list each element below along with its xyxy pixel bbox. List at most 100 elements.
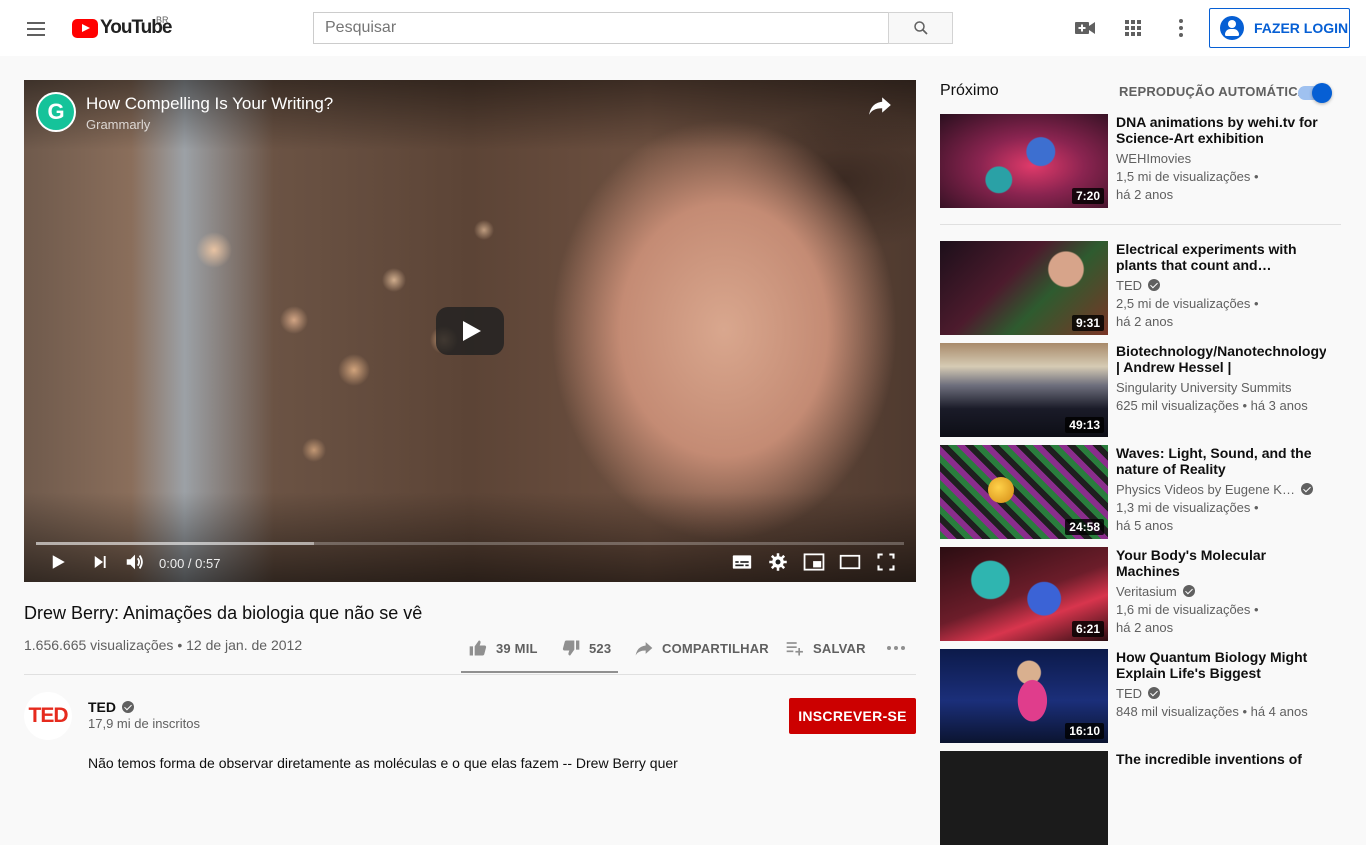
- share-label: COMPARTILHAR: [662, 640, 769, 656]
- apps-grid-icon[interactable]: [1121, 16, 1145, 40]
- autoplay-label: REPRODUÇÃO AUTOMÁTICA: [1119, 84, 1308, 99]
- video-thumbnail[interactable]: 16:10: [940, 649, 1108, 743]
- video-thumbnail[interactable]: 49:13: [940, 343, 1108, 437]
- recommended-video-title[interactable]: How Quantum Biology Might Explain Life's…: [1116, 649, 1326, 681]
- recommended-channel-row[interactable]: TED: [1116, 686, 1160, 701]
- recommended-channel-row[interactable]: Singularity University Summits: [1116, 380, 1292, 395]
- login-label: FAZER LOGIN: [1254, 20, 1349, 36]
- video-duration: 24:58: [1065, 519, 1104, 535]
- recommended-video-title[interactable]: Electrical experiments with plants that …: [1116, 241, 1326, 273]
- recommended-age: há 5 anos: [1116, 518, 1174, 533]
- theater-mode-icon[interactable]: [838, 550, 862, 574]
- share-arrow-icon[interactable]: [866, 92, 894, 118]
- search-input[interactable]: [313, 12, 888, 44]
- recommended-video-title[interactable]: Biotechnology/Nanotechnology | Andrew He…: [1116, 343, 1326, 375]
- like-button[interactable]: 39 MIL: [468, 636, 538, 660]
- search-button[interactable]: [888, 12, 953, 44]
- miniplayer-icon[interactable]: [802, 550, 826, 574]
- recommended-channel-name[interactable]: Singularity University Summits: [1116, 380, 1292, 395]
- menu-icon[interactable]: [24, 18, 48, 38]
- subscriber-count: 17,9 mi de inscritos: [88, 716, 200, 731]
- create-video-icon[interactable]: [1073, 16, 1097, 40]
- autoplay-toggle[interactable]: [1298, 83, 1332, 103]
- recommended-channel-name[interactable]: Veritasium: [1116, 584, 1177, 599]
- video-thumbnail[interactable]: 9:31: [940, 241, 1108, 335]
- more-options-icon[interactable]: [1169, 16, 1193, 40]
- recommended-video[interactable]: 6:21 Your Body's Molecular Machines Verita…: [940, 547, 1342, 641]
- search-bar: [313, 12, 953, 44]
- next-video-icon[interactable]: [88, 550, 112, 574]
- recommended-video-title[interactable]: The incredible inventions of: [1116, 751, 1326, 767]
- recommended-video-title[interactable]: DNA animations by wehi.tv for Science-Ar…: [1116, 114, 1326, 146]
- add-to-playlist-icon: [786, 642, 803, 656]
- recommended-channel-row[interactable]: Physics Videos by Eugene K…: [1116, 482, 1313, 497]
- channel-name-row[interactable]: TED: [88, 699, 134, 715]
- video-thumbnail[interactable]: [940, 751, 1108, 845]
- share-icon: [635, 642, 653, 656]
- recommended-channel-row[interactable]: TED: [1116, 278, 1160, 293]
- subscribe-button[interactable]: INSCREVER-SE: [789, 698, 916, 734]
- recommended-channel-name[interactable]: TED: [1116, 278, 1142, 293]
- video-duration: 16:10: [1065, 723, 1104, 739]
- recommended-channel-name[interactable]: WEHImovies: [1116, 151, 1191, 166]
- large-play-button[interactable]: [436, 307, 504, 355]
- recommended-views: 2,5 mi de visualizações •: [1116, 296, 1259, 311]
- thumbs-down-icon: [562, 640, 580, 656]
- recommended-channel-row[interactable]: WEHImovies: [1116, 151, 1191, 166]
- play-icon[interactable]: [46, 550, 70, 574]
- recommended-video[interactable]: The incredible inventions of: [940, 751, 1342, 845]
- dislike-button[interactable]: 523: [561, 636, 611, 660]
- more-actions-button[interactable]: [884, 636, 908, 660]
- verified-icon: [1148, 687, 1160, 699]
- recommended-video[interactable]: 49:13 Biotechnology/Nanotechnology | Andr…: [940, 343, 1342, 437]
- recommended-views: 1,6 mi de visualizações •: [1116, 602, 1259, 617]
- recommended-video[interactable]: 7:20 DNA animations by wehi.tv for Scienc…: [940, 114, 1342, 208]
- recommended-age: há 2 anos: [1116, 620, 1174, 635]
- buffer-fill: [36, 542, 314, 545]
- masthead: YouTube BR FAZER LOGIN: [0, 0, 1366, 56]
- recommended-age: há 2 anos: [1116, 314, 1174, 329]
- recommended-video[interactable]: 9:31 Electrical experiments with plants t…: [940, 241, 1342, 335]
- verified-icon: [1300, 483, 1313, 495]
- recommended-age: há 2 anos: [1116, 187, 1174, 202]
- progress-bar[interactable]: [36, 542, 904, 545]
- video-description: Não temos forma de observar diretamente …: [88, 755, 678, 771]
- recommended-views: 1,3 mi de visualizações •: [1116, 500, 1259, 515]
- verified-icon: [1182, 585, 1195, 597]
- save-button[interactable]: SALVAR: [785, 636, 866, 660]
- subtitles-icon[interactable]: [730, 550, 754, 574]
- dislike-count: 523: [589, 640, 612, 656]
- recommended-video-title[interactable]: Waves: Light, Sound, and the nature of R…: [1116, 445, 1326, 477]
- channel-avatar[interactable]: TED: [24, 692, 72, 740]
- thumbs-up-icon: [469, 640, 487, 656]
- recommended-channel-name[interactable]: Physics Videos by Eugene K…: [1116, 482, 1295, 497]
- recommended-video-title[interactable]: Your Body's Molecular Machines: [1116, 547, 1326, 579]
- save-label: SALVAR: [813, 640, 866, 656]
- channel-logo[interactable]: G: [36, 92, 76, 132]
- recommended-channel-row[interactable]: Veritasium: [1116, 584, 1195, 599]
- video-title: Drew Berry: Animações da biologia que nã…: [24, 603, 423, 623]
- fullscreen-icon[interactable]: [874, 550, 898, 574]
- divider: [940, 224, 1341, 225]
- player-video-title[interactable]: How Compelling Is Your Writing?: [86, 94, 333, 114]
- sentiment-bar: [461, 671, 618, 673]
- recommended-channel-name[interactable]: TED: [1116, 686, 1142, 701]
- volume-icon[interactable]: [123, 550, 147, 574]
- up-next-heading: Próximo: [940, 82, 999, 99]
- share-button[interactable]: COMPARTILHAR: [634, 636, 769, 660]
- recommended-video[interactable]: 16:10 How Quantum Biology Might Explain L…: [940, 649, 1342, 743]
- time-display: 0:00 / 0:57: [159, 556, 221, 571]
- recommended-video[interactable]: 24:58 Waves: Light, Sound, and the nature…: [940, 445, 1342, 539]
- video-thumbnail[interactable]: 24:58: [940, 445, 1108, 539]
- video-duration: 49:13: [1065, 417, 1104, 433]
- youtube-logo[interactable]: YouTube BR: [72, 15, 172, 39]
- recommended-views: 848 mil visualizações • há 4 anos: [1116, 704, 1308, 719]
- video-player[interactable]: G How Compelling Is Your Writing? Gramma…: [24, 80, 916, 582]
- channel-name[interactable]: TED: [88, 699, 116, 715]
- video-thumbnail[interactable]: 6:21: [940, 547, 1108, 641]
- settings-gear-icon[interactable]: [766, 550, 790, 574]
- video-thumbnail[interactable]: 7:20: [940, 114, 1108, 208]
- video-duration: 9:31: [1071, 315, 1104, 331]
- search-icon: [913, 21, 928, 35]
- login-button[interactable]: FAZER LOGIN: [1209, 8, 1350, 48]
